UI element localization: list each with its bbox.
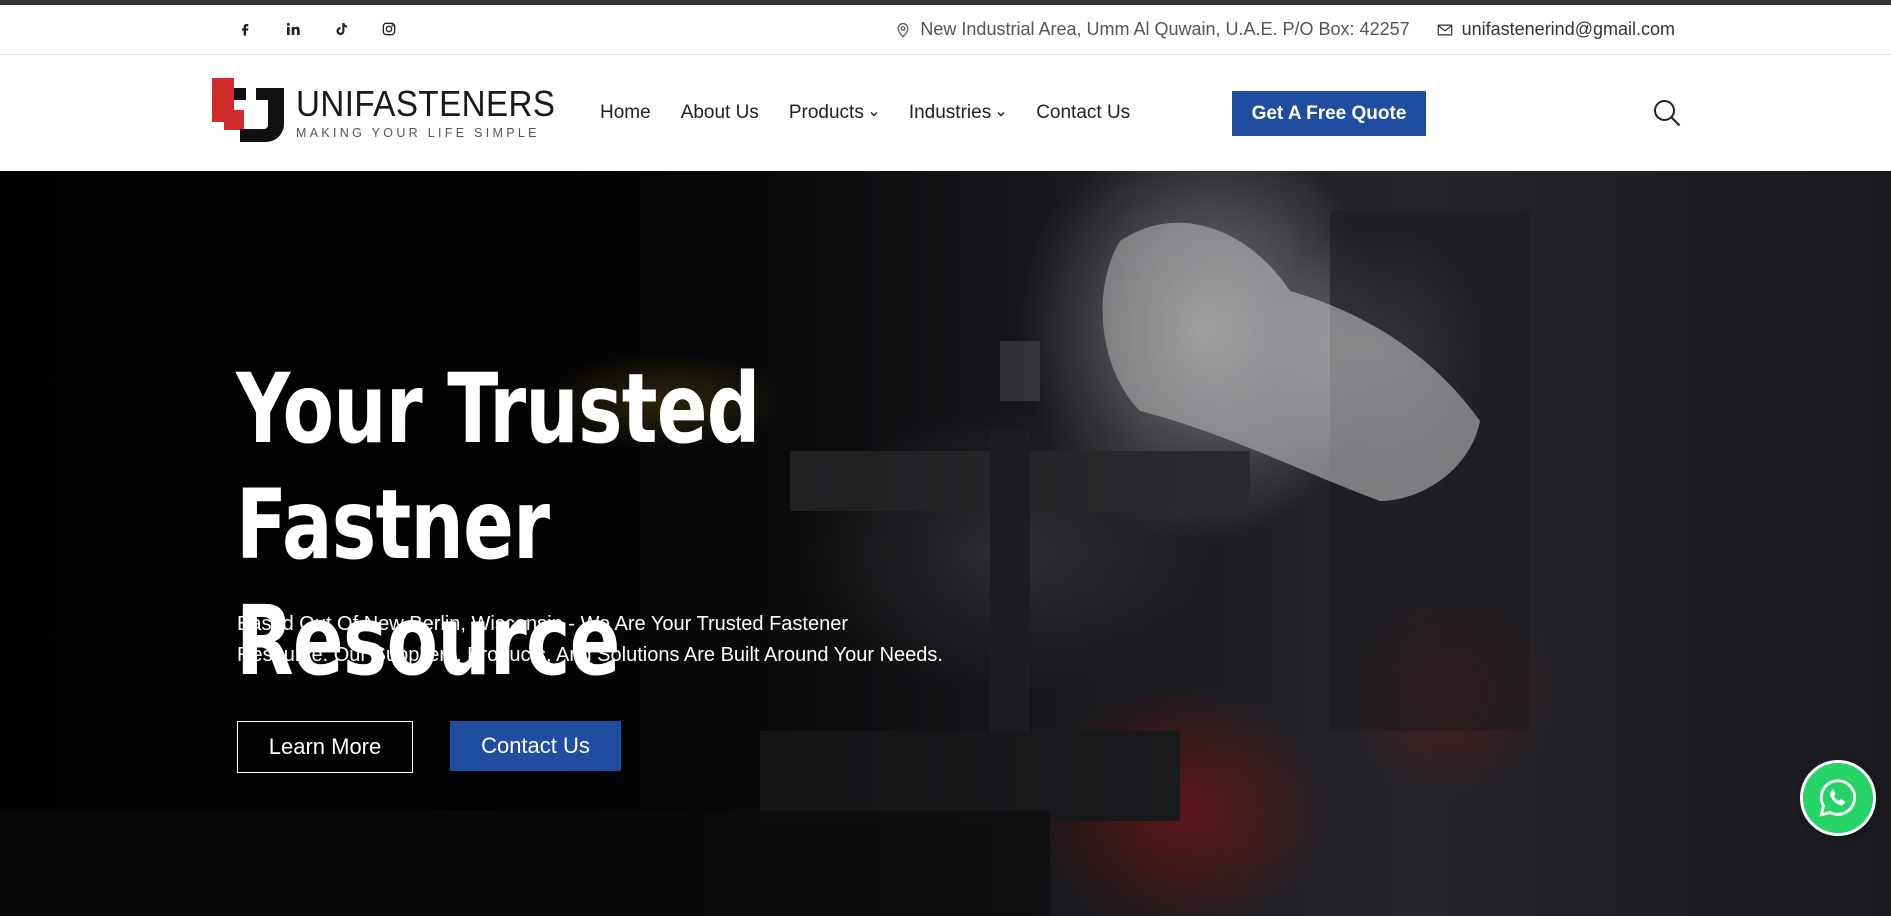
location-pin-icon: [897, 22, 909, 38]
mail-icon: [1437, 24, 1452, 35]
learn-more-button[interactable]: Learn More: [237, 721, 413, 773]
chevron-down-icon: [870, 111, 878, 116]
hero-section: Your Trusted Fastner Resource Based Out …: [0, 171, 1891, 916]
tiktok-icon[interactable]: [330, 18, 352, 40]
get-free-quote-button[interactable]: Get A Free Quote: [1232, 91, 1426, 136]
whatsapp-icon[interactable]: [1800, 760, 1876, 836]
contact-us-button[interactable]: Contact Us: [450, 721, 621, 771]
contact-info: New Industrial Area, Umm Al Quwain, U.A.…: [894, 19, 1675, 40]
main-header: UNIFASTENERS MAKING YOUR LIFE SIMPLE Hom…: [0, 56, 1891, 171]
nav-products[interactable]: Products: [789, 102, 879, 124]
nav-home[interactable]: Home: [600, 102, 651, 124]
logo-name: UNIFASTENERS: [296, 83, 556, 124]
nav-about-us[interactable]: About Us: [681, 102, 759, 124]
chevron-down-icon: [997, 111, 1005, 116]
logo[interactable]: UNIFASTENERS MAKING YOUR LIFE SIMPLE: [212, 78, 578, 144]
facebook-icon[interactable]: [234, 18, 256, 40]
linkedin-icon[interactable]: [282, 18, 304, 40]
hero-subtitle: Based Out Of New Berlin, Wisconsin - We …: [237, 613, 943, 666]
main-nav: Home About Us Products Industries Contac…: [600, 102, 1160, 124]
address-text: New Industrial Area, Umm Al Quwain, U.A.…: [920, 19, 1410, 39]
instagram-icon[interactable]: [378, 18, 400, 40]
logo-mark-icon: [212, 78, 288, 144]
address-item: New Industrial Area, Umm Al Quwain, U.A.…: [894, 19, 1410, 40]
email-item[interactable]: unifastenerind@gmail.com: [1436, 19, 1675, 40]
nav-industries[interactable]: Industries: [909, 102, 1006, 124]
top-bar: New Industrial Area, Umm Al Quwain, U.A.…: [0, 5, 1891, 55]
search-icon[interactable]: [1652, 98, 1682, 128]
nav-contact-us[interactable]: Contact Us: [1036, 102, 1130, 124]
email-link[interactable]: unifastenerind@gmail.com: [1462, 19, 1675, 40]
social-links: [234, 18, 400, 40]
logo-tagline: MAKING YOUR LIFE SIMPLE: [296, 126, 540, 140]
